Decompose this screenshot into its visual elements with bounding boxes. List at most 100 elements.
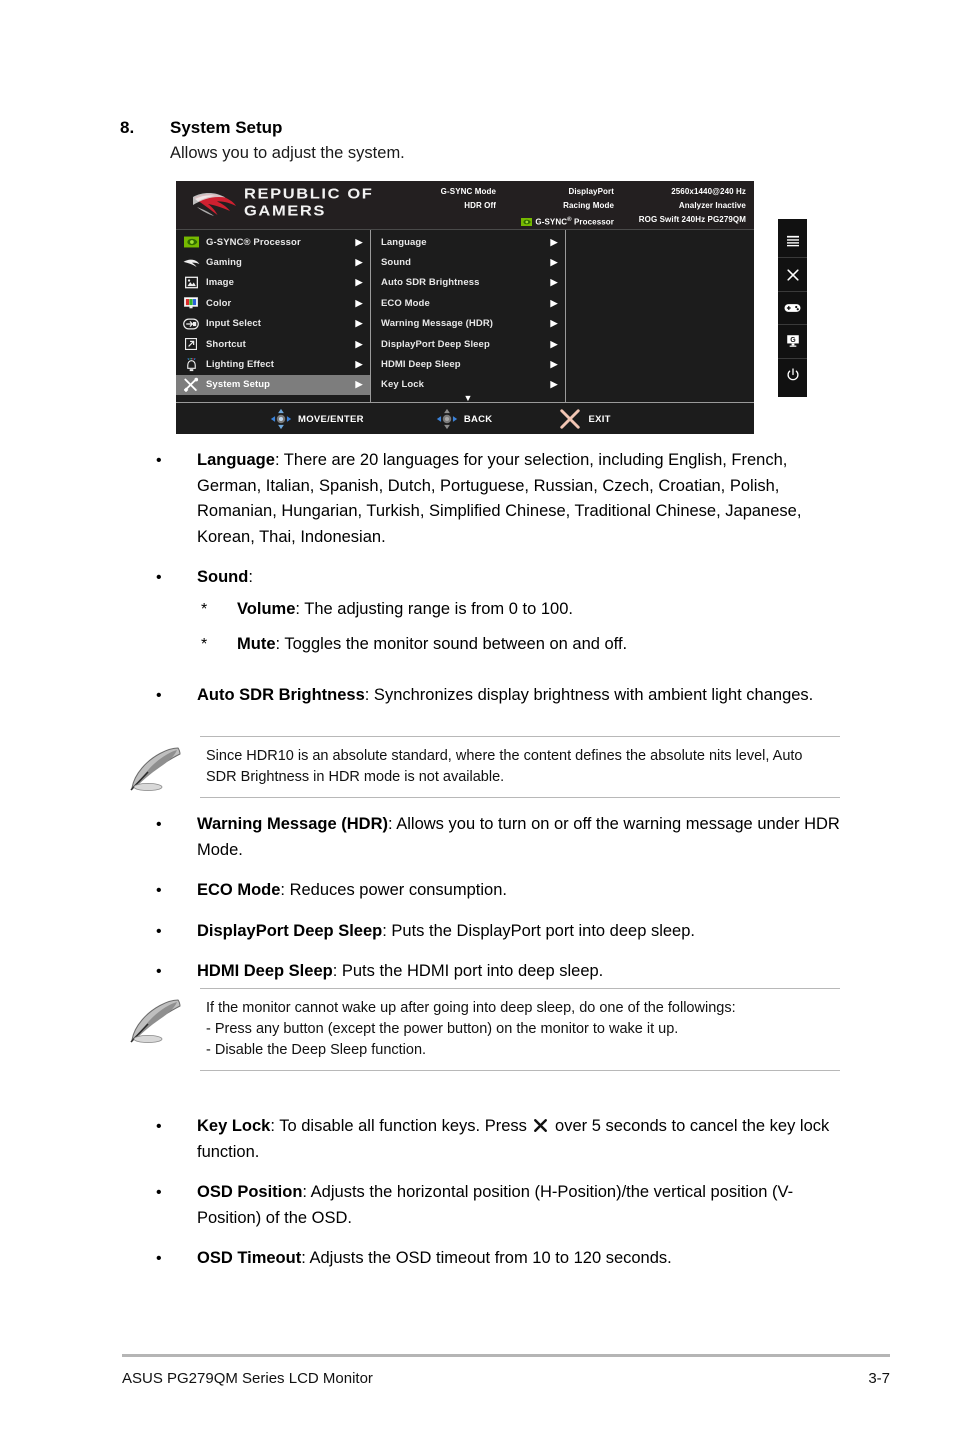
osd-subitem-displayport-deep-sleep[interactable]: DisplayPort Deep Sleep ▶ (371, 334, 565, 354)
osd-body: G-SYNC® Processor ▶ Gaming ▶ Image ▶ Col… (176, 230, 754, 403)
osd-subitem-language[interactable]: Language ▶ (371, 232, 565, 252)
bullet-osd-position: • OSD Position: Adjusts the horizontal p… (152, 1180, 852, 1231)
osd-item-label: Shortcut (206, 338, 246, 350)
nav-exit[interactable]: EXIT (558, 408, 610, 430)
bullet-term: OSD Timeout (197, 1249, 302, 1267)
osd-item-lighting-effect[interactable]: Lighting Effect ▶ (176, 354, 370, 374)
power-button[interactable] (778, 359, 807, 391)
bullet-term: OSD Position (197, 1183, 303, 1201)
osd-item-image[interactable]: Image ▶ (176, 273, 370, 293)
bullet-warning-message-hdr: • Warning Message (HDR): Allows you to t… (152, 812, 852, 863)
close-x-icon (560, 409, 581, 429)
bullet-desc: : (248, 568, 253, 586)
tools-icon (176, 377, 206, 393)
osd-subitem-hdmi-deep-sleep[interactable]: HDMI Deep Sleep ▶ (371, 354, 565, 374)
nav-label: BACK (463, 413, 493, 425)
osd-submenu-column: Language ▶ Sound ▶ Auto SDR Brightness ▶… (371, 230, 566, 403)
bullet-text: ECO Mode: Reduces power consumption. (197, 878, 852, 904)
chevron-right-icon: ▶ (355, 297, 363, 308)
osd-item-label: Input Select (206, 318, 262, 330)
shortcut-arrow-icon (176, 338, 206, 351)
osd-nav-bar: MOVE/ENTER BACK EXIT (176, 402, 754, 435)
bullet-hdmi-deep-sleep: • HDMI Deep Sleep: Puts the HDMI port in… (152, 959, 852, 985)
rog-wordmark-line1: REPUBLIC OF (244, 185, 374, 203)
osd-subitem-label: ECO Mode (381, 297, 430, 309)
nav-move-enter[interactable]: MOVE/ENTER (270, 408, 364, 430)
bullet-text: OSD Position: Adjusts the horizontal pos… (197, 1180, 852, 1231)
osd-item-label: G-SYNC® Processor (206, 236, 301, 248)
chevron-right-icon: ▶ (550, 338, 558, 349)
osd-subitem-sound[interactable]: Sound ▶ (371, 252, 565, 272)
gamepad-button[interactable] (778, 292, 807, 326)
bullet-marker: • (156, 1184, 162, 1201)
gamevisual-button[interactable]: G (778, 325, 807, 359)
footer-divider (122, 1354, 890, 1357)
note-box-hdr10: Since HDR10 is an absolute standard, whe… (128, 736, 840, 799)
osd-item-input-select[interactable]: Input Select ▶ (176, 314, 370, 334)
rog-icon (176, 257, 206, 269)
osd-item-color[interactable]: Color ▶ (176, 293, 370, 313)
osd-subitem-key-lock[interactable]: Key Lock ▶ (371, 375, 565, 395)
osd-subitem-label: Warning Message (HDR) (381, 318, 494, 330)
status-gsync-processor: G-SYNC® Processor (496, 213, 614, 230)
menu-hamburger-button[interactable] (778, 225, 807, 259)
bullet-term: Auto SDR Brightness (197, 685, 365, 704)
status-model: ROG Swift 240Hz PG279QM (638, 215, 746, 224)
osd-category-column: G-SYNC® Processor ▶ Gaming ▶ Image ▶ Col… (176, 230, 371, 402)
osd-subitem-label: HDMI Deep Sleep (381, 359, 461, 371)
bullet-auto-sdr-brightness: • Auto SDR Brightness: Synchronizes disp… (152, 683, 852, 709)
bullet-term: ECO Mode (197, 881, 281, 899)
close-button[interactable] (778, 258, 807, 292)
quill-feather-icon (130, 999, 181, 1044)
osd-item-system-setup[interactable]: System Setup ▶ (176, 374, 370, 396)
status-preset-mode: Racing Mode (563, 201, 614, 210)
quill-feather-icon (130, 747, 181, 792)
bullet-term: Sound (197, 568, 249, 586)
sub-bullet-mute: * Mute: Toggles the monitor sound betwee… (197, 632, 852, 658)
status-gsync-mode: G-SYNC Mode (440, 187, 496, 196)
osd-subitem-auto-sdr-brightness[interactable]: Auto SDR Brightness ▶ (371, 273, 565, 293)
gamepad-icon (784, 304, 801, 312)
bullet-list-middle: • Warning Message (HDR): Allows you to t… (152, 812, 852, 1000)
bullet-text: Sound: * Volume: The adjusting range is … (197, 565, 852, 668)
osd-item-shortcut[interactable]: Shortcut ▶ (176, 334, 370, 354)
sub-bullet-marker: * (201, 600, 208, 618)
close-x-icon (534, 1119, 548, 1132)
note-body: Since HDR10 is an absolute standard, whe… (200, 736, 840, 798)
page-title: System Setup (170, 118, 283, 137)
osd-subitem-warning-message-hdr[interactable]: Warning Message (HDR) ▶ (371, 314, 565, 334)
bullet-marker: • (156, 882, 162, 899)
note-text: Since HDR10 is an absolute standard, whe… (206, 748, 803, 785)
note-icon-wrapper (128, 736, 200, 799)
note-text-line2: - Press any button (except the power but… (206, 1021, 679, 1037)
sub-bullet-text: Volume: The adjusting range is from 0 to… (237, 597, 852, 623)
bullet-text: HDMI Deep Sleep: Puts the HDMI port into… (197, 959, 852, 985)
close-x-icon (786, 269, 799, 281)
bullet-marker: • (156, 452, 162, 469)
menu-hamburger-icon (786, 236, 799, 247)
osd-subitem-eco-mode[interactable]: ECO Mode ▶ (371, 293, 565, 313)
osd-subitem-label: Language (381, 236, 427, 248)
chevron-right-icon: ▶ (550, 379, 558, 390)
bullet-marker: • (156, 569, 162, 586)
osd-subitem-label: DisplayPort Deep Sleep (381, 338, 490, 350)
bullet-desc: : There are 20 languages for your select… (197, 451, 802, 546)
bullet-marker: • (156, 686, 162, 704)
page-number: 3-7 (868, 1370, 890, 1387)
bullet-desc-before: : To disable all function keys. Press (270, 1117, 532, 1135)
nvidia-icon (176, 236, 206, 248)
gamevisual-g-icon: G (786, 335, 799, 348)
bullet-desc: : Reduces power consumption. (280, 881, 507, 899)
osd-item-gsync-processor[interactable]: G-SYNC® Processor ▶ (176, 232, 370, 252)
svg-text:G: G (790, 337, 796, 344)
bullet-marker: • (156, 922, 162, 940)
bullet-marker: • (156, 1118, 162, 1135)
chevron-right-icon: ▶ (355, 318, 363, 329)
section-subtitle: Allows you to adjust the system. (170, 144, 405, 162)
osd-item-gaming[interactable]: Gaming ▶ (176, 252, 370, 272)
nav-back[interactable]: BACK (436, 408, 493, 430)
bullet-term: HDMI Deep Sleep (197, 962, 333, 980)
osd-item-label: Gaming (206, 257, 242, 269)
status-analyzer: Analyzer Inactive (678, 201, 746, 210)
bullet-text: Language: There are 20 languages for you… (197, 448, 852, 550)
